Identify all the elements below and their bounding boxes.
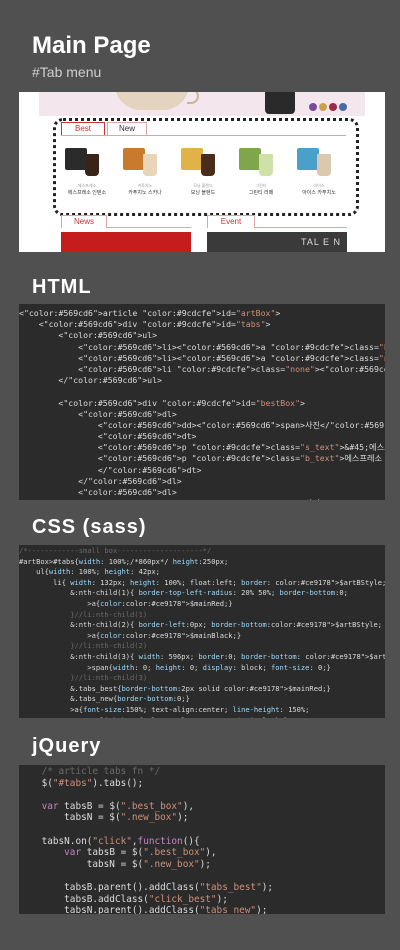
code-line: }//li:nth-child(1) xyxy=(19,609,148,619)
css-code-block: /*------------small box-----------------… xyxy=(19,545,385,718)
html-section-title: HTML xyxy=(32,276,92,298)
code-line: <"color:#569cd6">p "color:#9cdcfe">class… xyxy=(19,453,383,464)
code-line: <"color:#569cd6">dd><"color:#569cd6">spa… xyxy=(19,498,385,500)
code-line: </"color:#569cd6">ul> xyxy=(19,375,162,386)
code-line: #artBox>#tabs{width: 100%;/*860px*/ heig… xyxy=(19,556,229,566)
event-image[interactable]: TAL E N xyxy=(207,232,347,252)
html-code-block: <"color:#569cd6">article "color:#9cdcfe"… xyxy=(19,304,385,500)
code-line: tabsB.addClass("click_best"); xyxy=(19,893,228,905)
code-line: >a{color:color:#ce9178">$mainBlack;} xyxy=(19,630,242,640)
code-line: var tabsB = $(".best_box"), xyxy=(41,800,194,812)
event-image-text: TAL E N xyxy=(300,237,341,247)
code-line: /* article tabs fn */ xyxy=(19,766,161,777)
code-line: </"color:#569cd6">dt> xyxy=(19,464,202,475)
code-line: <"color:#569cd6">ul> xyxy=(19,330,158,341)
code-line: <"color:#569cd6">li><"color:#569cd6">a "… xyxy=(19,341,385,352)
page-title: Main Page xyxy=(32,32,151,59)
code-line: <"color:#569cd6">div "color:#9cdcfe">id=… xyxy=(19,397,305,408)
coffee-cup-image xyxy=(115,92,199,110)
code-line: ul{width: 100%; height: 42px; xyxy=(19,567,160,577)
code-line: <"color:#569cd6">dl> xyxy=(19,408,177,419)
code-line: <"color:#569cd6">li><"color:#569cd6">a "… xyxy=(19,352,385,363)
coffee-banner xyxy=(39,92,365,116)
css-section-title: CSS (sass) xyxy=(32,516,147,538)
tab-news[interactable]: News xyxy=(61,215,107,228)
code-line: tabsN = $(".new_box"); xyxy=(19,812,189,824)
code-line: tabsB.parent().addClass("tabs_best"); xyxy=(19,881,274,893)
code-line: tabsN = $(".new_box"); xyxy=(19,858,211,870)
code-line: &:nth-child(2){ border-left:0px; border-… xyxy=(19,620,383,630)
capsules-image xyxy=(309,98,353,111)
jquery-code-block: /* article tabs fn */ $("#tabs").tabs();… xyxy=(19,765,385,914)
code-line: >a{font-size:150%; text-align:center; li… xyxy=(19,704,310,714)
code-line: tabsN.parent().addClass("tabs_new"); xyxy=(19,905,268,914)
coffee-machine-image xyxy=(265,92,295,114)
code-line: &.click_best{color: color:#ce9178">$main… xyxy=(19,716,385,719)
code-line: &.tabs_best{border-bottom:2px solid colo… xyxy=(19,683,331,693)
code-line: var tabsB = $(".best_box"), xyxy=(64,847,217,859)
code-line: <"color:#569cd6">p "color:#9cdcfe">class… xyxy=(19,442,385,453)
code-line: }//li:nth-child(3) xyxy=(19,673,148,683)
code-line: <"color:#569cd6">dt> xyxy=(19,431,197,442)
tab-event[interactable]: Event xyxy=(207,215,255,228)
code-line: <"color:#569cd6">article "color:#9cdcfe"… xyxy=(19,308,281,318)
code-line: $("#tabs").tabs(); xyxy=(19,777,144,789)
code-line: </"color:#569cd6">dl> xyxy=(19,475,182,486)
code-line: >span{width: 0; height: 0; display: bloc… xyxy=(19,662,331,672)
highlight-outline xyxy=(53,118,359,216)
jquery-section-title: jQuery xyxy=(32,735,102,757)
code-line: }//li:nth-child(2) xyxy=(19,641,148,651)
code-line: tabsN.on("click",function(){ xyxy=(19,835,200,847)
page-subtitle: #Tab menu xyxy=(32,64,102,80)
main-page-preview: Best New 에스프레소 에스프레소 인텐소 카푸치노 카푸치노 스카나 모닝 블렌… xyxy=(19,92,385,252)
code-line: &.tabs_new{border-bottom:0;} xyxy=(19,694,190,704)
code-line: <"color:#569cd6">dd><"color:#569cd6">spa… xyxy=(19,419,385,430)
code-line: <"color:#569cd6">dl> xyxy=(19,487,177,497)
news-image[interactable] xyxy=(61,232,191,252)
code-line: /*------------small box-----------------… xyxy=(19,546,212,555)
code-line: &:nth-child(1){ border-top-left-radius: … xyxy=(19,588,348,598)
code-line: &:nth-child(3){ width: 596px; border:0; … xyxy=(19,651,385,661)
code-line: <"color:#569cd6">li "color:#9cdcfe">clas… xyxy=(19,363,385,374)
code-line: li{ width: 132px; height: 100%; float:le… xyxy=(19,577,385,587)
code-line: <"color:#569cd6">div "color:#9cdcfe">id=… xyxy=(19,319,271,330)
code-line: >a{color:color:#ce9178">$mainRed;} xyxy=(19,598,233,608)
